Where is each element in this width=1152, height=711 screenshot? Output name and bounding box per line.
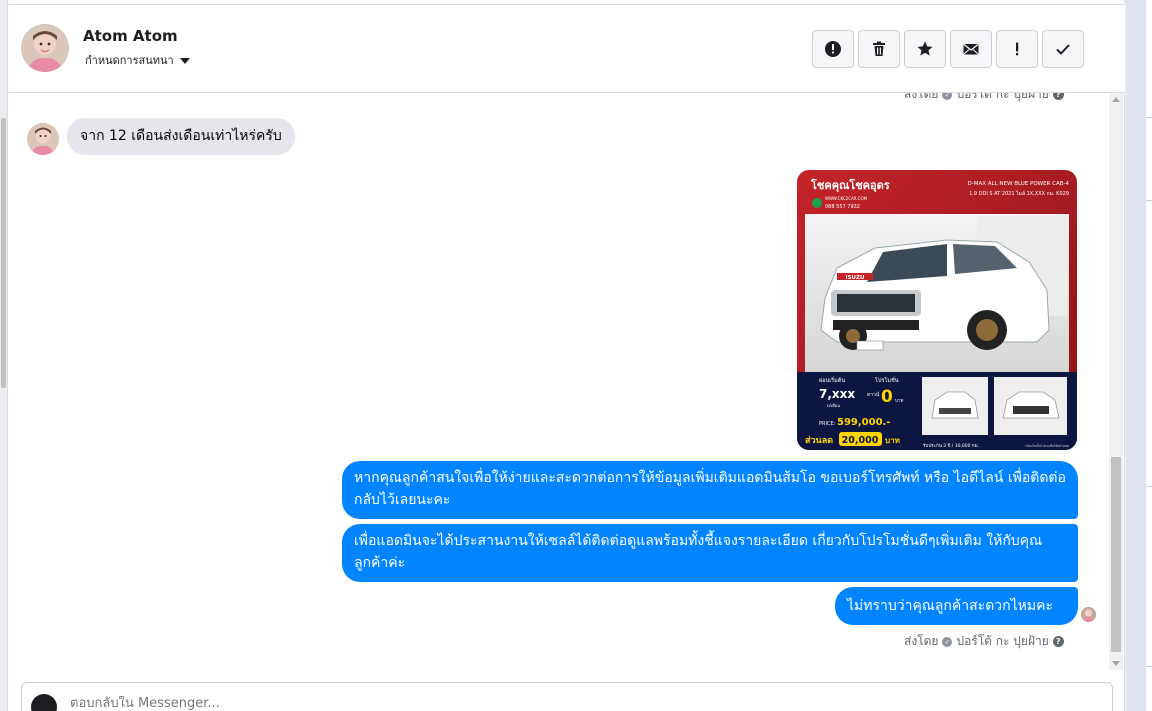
ad-discount-value: 20,000	[842, 435, 879, 446]
sent-by-name[interactable]: ปอร์โต้ กะ ปุยฝ้าย	[956, 93, 1048, 104]
star-button[interactable]	[904, 30, 946, 68]
assign-conversation-dropdown[interactable]: กำหนดการสนทนา	[85, 51, 190, 69]
gutter-divider	[1146, 117, 1152, 118]
scroll-up-arrow-icon[interactable]	[1112, 97, 1120, 102]
car-ad-image[interactable]: โชคคุณโชคอุดร D-MAX ALL NEW BLUE POWER C…	[797, 170, 1077, 450]
ad-promo-label: โปรโมชั่น	[875, 376, 899, 384]
message-scroll-thumb[interactable]	[1111, 457, 1121, 652]
mark-unread-button[interactable]	[950, 30, 992, 68]
ad-discount-unit: บาท	[885, 436, 900, 445]
ad-promo-prefix: ดาวน์	[867, 391, 880, 398]
check-icon	[1056, 44, 1070, 55]
star-icon	[917, 41, 933, 56]
gutter-divider	[1146, 666, 1152, 667]
ad-phone-text: 088 557 7932	[825, 204, 860, 210]
conversation-toolbar	[812, 30, 1084, 68]
ad-monthly-value: 7,xxx	[819, 387, 855, 401]
gutter-divider	[1146, 486, 1152, 487]
ad-price-label: PRICE:	[819, 421, 836, 427]
message-list[interactable]: ส่งโดย ✓ ปอร์โต้ กะ ปุยฝ้าย ? จาก 12 เดื…	[8, 93, 1108, 668]
help-icon[interactable]: ?	[1052, 636, 1064, 647]
caret-down-icon	[179, 57, 190, 64]
assign-conversation-label: กำหนดการสนทนา	[85, 54, 174, 67]
left-scroll-thumb[interactable]	[1, 118, 6, 388]
left-edge-scrollbar[interactable]	[0, 0, 8, 711]
line-logo-icon	[812, 198, 822, 208]
message-scrollbar[interactable]	[1109, 93, 1123, 670]
trash-icon	[873, 41, 885, 56]
reply-input[interactable]	[70, 696, 970, 711]
sent-by-name[interactable]: ปอร์โต้ กะ ปุยฝ้าย	[956, 632, 1048, 651]
alert-circle-icon	[825, 41, 841, 57]
incoming-message-bubble[interactable]: จาก 12 เดือนส่งเดือนเท่าไหร่ครับ	[67, 118, 295, 155]
outgoing-message-bubble-1[interactable]: หากคุณลูกค้าสนใจเพื่อให้ง่ายและสะดวกต่อก…	[342, 461, 1078, 519]
ad-spec-text: 1.9 DDI S AT 2021 ไมล์ 1X,XXX กม. K029	[969, 190, 1069, 197]
gutter-divider	[1146, 200, 1152, 201]
ad-promo-value: 0	[881, 387, 893, 407]
verified-check-icon: ✓	[942, 636, 953, 647]
ad-brand-text: โชคคุณโชคอุดร	[810, 178, 890, 193]
spam-button[interactable]	[996, 30, 1038, 68]
ad-promo-unit: บาท	[895, 399, 903, 404]
ad-discount-label: ส่วนลด	[805, 435, 833, 446]
ad-badge-text: ISUZU	[846, 275, 865, 281]
envelope-icon	[963, 43, 979, 55]
outgoing-message-bubble-3[interactable]: ไม่ทราบว่าคุณลูกค้าสะดวกไหมคะ	[835, 587, 1078, 625]
incoming-avatar[interactable]	[27, 123, 59, 155]
scroll-down-arrow-icon[interactable]	[1112, 661, 1120, 666]
ad-monthly-label: ผ่อนเริ่มต้น	[819, 376, 845, 384]
right-side-edge	[1146, 0, 1152, 711]
reply-composer	[21, 682, 1113, 711]
sent-by-prefix: ส่งโดย	[904, 93, 939, 101]
contact-avatar[interactable]	[21, 24, 69, 72]
ad-monthly-unit: บ/เดือน	[827, 403, 840, 408]
ad-model-text: D-MAX ALL NEW BLUE POWER CAB-4	[968, 181, 1070, 187]
sent-by-bottom: ส่งโดย ✓ ปอร์โต้ กะ ปุยฝ้าย ?	[904, 632, 1064, 651]
delete-button[interactable]	[858, 30, 900, 68]
mark-done-button[interactable]	[1042, 30, 1084, 68]
ad-warranty-text: รับประกัน 3 ปี / 30,000 กม.	[923, 443, 979, 449]
sent-by-prefix: ส่งโดย	[904, 634, 939, 648]
conversation-header: Atom Atom กำหนดการสนทนา	[8, 4, 1125, 93]
conversation-panel: Atom Atom กำหนดการสนทนา ส่งโดย ✓ ปอร์โต้…	[8, 0, 1125, 711]
outgoing-message-bubble-2[interactable]: เพื่อแอดมินจะได้ประสานงานให้เซลล์ได้ติดต…	[342, 524, 1078, 582]
ad-price-value: 599,000.-	[837, 417, 891, 428]
verified-check-icon: ✓	[942, 93, 953, 100]
exclamation-icon	[1016, 42, 1019, 56]
page-logo-icon	[31, 694, 57, 711]
seen-avatar	[1081, 607, 1096, 622]
sent-by-top: ส่งโดย ✓ ปอร์โต้ กะ ปุยฝ้าย ?	[904, 93, 1064, 104]
ad-website-text: WWW.CKC2CAR.COM	[825, 196, 868, 201]
right-gutter	[1126, 0, 1152, 711]
help-icon[interactable]: ?	[1052, 93, 1064, 100]
contact-name[interactable]: Atom Atom	[83, 27, 178, 45]
report-button[interactable]	[812, 30, 854, 68]
